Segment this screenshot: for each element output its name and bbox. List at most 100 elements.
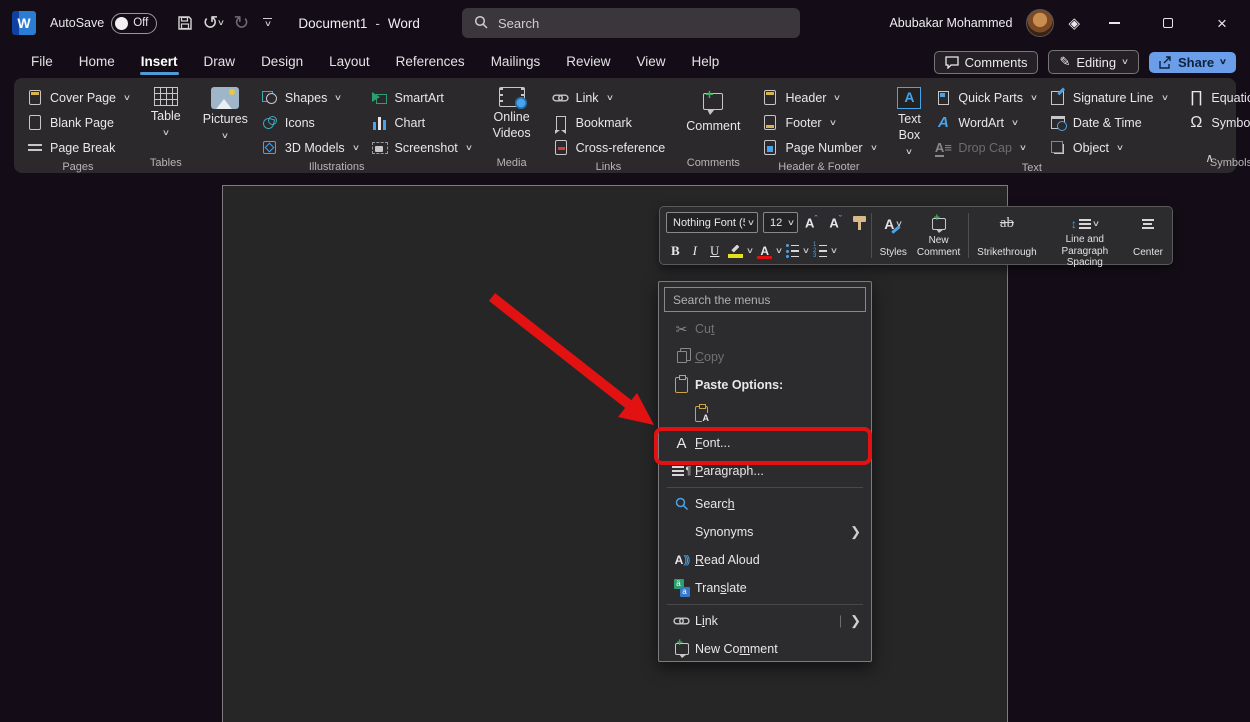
tab-insert[interactable]: Insert: [128, 49, 191, 76]
tab-layout[interactable]: Layout: [316, 49, 383, 76]
symbol-button[interactable]: ΩSymbol∨: [1181, 110, 1250, 135]
footer-button[interactable]: Footer∨: [755, 110, 882, 135]
tab-mailings[interactable]: Mailings: [478, 49, 554, 76]
numbering-button[interactable]: 123: [813, 244, 827, 258]
share-button[interactable]: Share ∨: [1149, 52, 1236, 73]
redo-button[interactable]: ↻: [227, 9, 255, 37]
bullets-button[interactable]: [786, 244, 799, 258]
object-button[interactable]: Object∨: [1043, 135, 1173, 160]
menu-item-font[interactable]: A Font...: [659, 429, 871, 457]
icons-button[interactable]: Icons: [255, 110, 365, 135]
copy-icon: [668, 351, 695, 363]
menu-item-copy[interactable]: Copy: [659, 343, 871, 371]
header-button[interactable]: Header∨: [755, 85, 882, 110]
customize-quick-access-button[interactable]: ∨: [263, 18, 272, 29]
word-app-icon[interactable]: W: [12, 11, 36, 35]
cut-icon: ✂: [668, 321, 695, 338]
tab-home[interactable]: Home: [66, 49, 128, 76]
grow-font-button[interactable]: Aˆ: [800, 214, 822, 230]
text-highlight-color-button[interactable]: [728, 245, 743, 258]
font-color-button[interactable]: A: [757, 244, 772, 258]
blank-page-button[interactable]: Blank Page: [20, 110, 136, 135]
signature-line-button[interactable]: Signature Line∨: [1043, 85, 1173, 110]
shapes-button[interactable]: Shapes∨: [255, 85, 365, 110]
autosave-control[interactable]: AutoSave Off: [50, 13, 157, 34]
screenshot-button[interactable]: Screenshot∨: [365, 135, 478, 160]
strikethrough-button[interactable]: ab Strikethrough: [972, 211, 1041, 260]
link-button[interactable]: Link∨: [546, 85, 672, 110]
user-avatar[interactable]: [1026, 9, 1054, 37]
chevron-down-icon[interactable]: ∨: [775, 247, 783, 255]
collapse-ribbon-button[interactable]: ∧: [1197, 149, 1222, 167]
menu-item-translate[interactable]: Translate: [659, 574, 871, 602]
menu-item-link[interactable]: Link | ❯: [659, 607, 871, 635]
italic-button[interactable]: I: [687, 243, 703, 259]
paste-option-keep-text-only[interactable]: [659, 399, 871, 429]
menu-item-synonyms[interactable]: Synonyms ❯: [659, 518, 871, 546]
menu-search-box[interactable]: [664, 287, 866, 312]
underline-button[interactable]: U: [705, 243, 724, 259]
3d-models-button[interactable]: 3D Models∨: [255, 135, 365, 160]
smartart-button[interactable]: SmartArt: [365, 85, 478, 110]
menu-search-input[interactable]: [673, 293, 857, 307]
table-icon: [154, 87, 178, 106]
tab-review[interactable]: Review: [553, 49, 623, 76]
drop-cap-button[interactable]: A≡Drop Cap∨: [928, 135, 1042, 160]
user-name[interactable]: Abubakar Mohammed: [889, 16, 1012, 30]
online-videos-button[interactable]: OnlineVideos: [486, 82, 538, 143]
link-label: Link: [576, 91, 599, 105]
tab-references[interactable]: References: [383, 49, 478, 76]
styles-button[interactable]: A∨ Styles: [875, 211, 912, 260]
minimize-button[interactable]: [1094, 8, 1134, 38]
premium-gem-icon[interactable]: ◈: [1068, 14, 1080, 32]
font-name-combobox[interactable]: Nothing Font (5x7)∨: [666, 212, 758, 233]
split-divider: |: [839, 614, 842, 628]
table-button[interactable]: Table ∨: [144, 82, 188, 139]
format-painter-button[interactable]: [853, 216, 866, 230]
wordart-button[interactable]: AWordArt∨: [928, 110, 1042, 135]
menu-item-search[interactable]: Search: [659, 490, 871, 518]
new-comment-button[interactable]: + NewComment: [912, 211, 965, 260]
tab-design[interactable]: Design: [248, 49, 316, 76]
bold-button[interactable]: B: [666, 243, 685, 259]
equation-button[interactable]: ∏Equation∨: [1181, 85, 1250, 110]
font-size-combobox[interactable]: 12∨: [763, 212, 798, 233]
app-name: Word: [388, 16, 420, 31]
autosave-toggle[interactable]: Off: [111, 13, 157, 34]
chevron-down-icon: ∨: [1160, 94, 1168, 102]
text-box-button[interactable]: A TextBox ∨: [890, 82, 928, 161]
chevron-down-icon[interactable]: ∨: [746, 247, 754, 255]
menu-item-paragraph[interactable]: ¶ Paragraph...: [659, 457, 871, 485]
chart-button[interactable]: Chart: [365, 110, 478, 135]
tab-view[interactable]: View: [623, 49, 678, 76]
menu-item-read-aloud[interactable]: A))) Read Aloud: [659, 546, 871, 574]
tab-draw[interactable]: Draw: [191, 49, 249, 76]
menu-item-cut[interactable]: ✂ Cut: [659, 315, 871, 343]
center-button[interactable]: Center: [1128, 211, 1168, 260]
document-page[interactable]: [222, 185, 1008, 722]
cover-page-button[interactable]: Cover Page∨: [20, 85, 136, 110]
tab-file[interactable]: File: [18, 49, 66, 76]
page-number-button[interactable]: Page Number∨: [755, 135, 882, 160]
line-paragraph-spacing-button[interactable]: ↕∨ Line andParagraph Spacing: [1042, 211, 1128, 260]
editing-mode-button[interactable]: ✎ Editing ∨: [1048, 50, 1139, 74]
search-box[interactable]: [462, 8, 800, 38]
comments-button[interactable]: Comments: [934, 51, 1039, 74]
shrink-font-button[interactable]: Aˇ: [824, 214, 846, 230]
chevron-down-icon[interactable]: ∨: [830, 247, 838, 255]
quick-parts-button[interactable]: Quick Parts∨: [928, 85, 1042, 110]
tab-help[interactable]: Help: [679, 49, 733, 76]
cross-reference-button[interactable]: Cross-reference: [546, 135, 672, 160]
page-break-button[interactable]: Page Break: [20, 135, 136, 160]
close-button[interactable]: ×: [1202, 8, 1242, 38]
undo-button[interactable]: ↺∨: [199, 9, 227, 37]
bookmark-button[interactable]: Bookmark: [546, 110, 672, 135]
comment-button[interactable]: + Comment: [679, 82, 747, 137]
save-button[interactable]: [171, 9, 199, 37]
pictures-button[interactable]: Pictures ∨: [196, 82, 255, 142]
maximize-button[interactable]: [1148, 8, 1188, 38]
chevron-down-icon[interactable]: ∨: [802, 247, 810, 255]
search-input[interactable]: [498, 16, 788, 31]
menu-item-new-comment[interactable]: + New Comment: [659, 635, 871, 663]
date-time-button[interactable]: Date & Time: [1043, 110, 1173, 135]
